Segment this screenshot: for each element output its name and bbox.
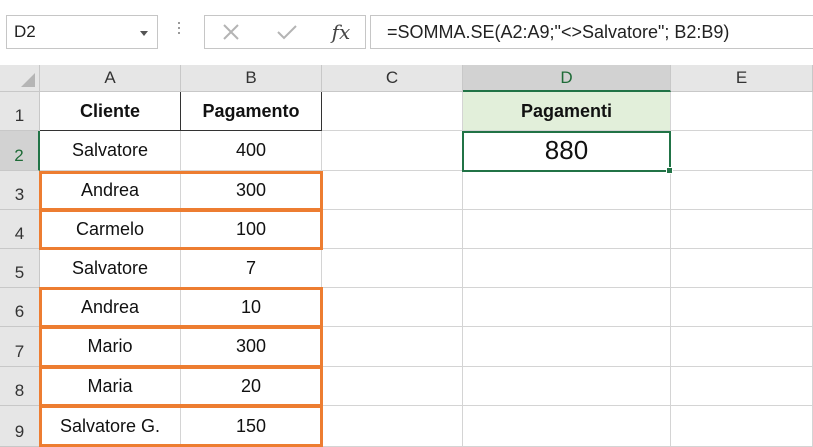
cell-a3[interactable]: Andrea bbox=[40, 171, 181, 210]
cell-b7[interactable]: 300 bbox=[181, 327, 322, 367]
row-header-6[interactable]: 6 bbox=[0, 288, 40, 327]
formula-input[interactable]: =SOMMA.SE(A2:A9;"<>Salvatore"; B2:B9) bbox=[370, 15, 813, 49]
cancel-icon[interactable] bbox=[213, 18, 249, 46]
row-header-7[interactable]: 7 bbox=[0, 327, 40, 367]
column-header-d[interactable]: D bbox=[463, 65, 671, 92]
cell-c4[interactable] bbox=[322, 210, 463, 249]
fill-handle[interactable] bbox=[666, 167, 673, 174]
cell-e6[interactable] bbox=[671, 288, 813, 327]
column-header-c[interactable]: C bbox=[322, 65, 463, 92]
cell-e1[interactable] bbox=[671, 92, 813, 131]
cell-d4[interactable] bbox=[463, 210, 671, 249]
cell-e5[interactable] bbox=[671, 249, 813, 288]
cell-b5[interactable]: 7 bbox=[181, 249, 322, 288]
cell-c5[interactable] bbox=[322, 249, 463, 288]
name-box-value: D2 bbox=[14, 22, 36, 41]
cell-a7[interactable]: Mario bbox=[40, 327, 181, 367]
cell-a9[interactable]: Salvatore G. bbox=[40, 406, 181, 447]
cell-c6[interactable] bbox=[322, 288, 463, 327]
cell-b2[interactable]: 400 bbox=[181, 131, 322, 171]
cell-a6[interactable]: Andrea bbox=[40, 288, 181, 327]
row-header-3[interactable]: 3 bbox=[0, 171, 40, 210]
cell-c7[interactable] bbox=[322, 327, 463, 367]
select-all-icon bbox=[21, 73, 35, 87]
cell-b9[interactable]: 150 bbox=[181, 406, 322, 447]
cell-d7[interactable] bbox=[463, 327, 671, 367]
cell-a8[interactable]: Maria bbox=[40, 367, 181, 406]
cell-a1[interactable]: Cliente bbox=[40, 92, 181, 131]
row-header-9[interactable]: 9 bbox=[0, 406, 40, 447]
cell-d5[interactable] bbox=[463, 249, 671, 288]
row-header-8[interactable]: 8 bbox=[0, 367, 40, 406]
cell-d3[interactable] bbox=[463, 171, 671, 210]
grip-handle-icon[interactable] bbox=[178, 22, 181, 42]
column-header-a[interactable]: A bbox=[40, 65, 181, 92]
formula-buttons: fx bbox=[204, 15, 366, 49]
cell-e8[interactable] bbox=[671, 367, 813, 406]
cell-d2[interactable]: 880 bbox=[463, 131, 671, 171]
cell-e2[interactable] bbox=[671, 131, 813, 171]
chevron-down-icon[interactable] bbox=[140, 31, 148, 36]
formula-text: =SOMMA.SE(A2:A9;"<>Salvatore"; B2:B9) bbox=[387, 22, 730, 42]
formula-bar-area: D2 fx =SOMMA.SE(A2:A9;"<>Salvatore"; B2:… bbox=[0, 0, 813, 64]
cell-d6[interactable] bbox=[463, 288, 671, 327]
cell-e3[interactable] bbox=[671, 171, 813, 210]
cell-a2[interactable]: Salvatore bbox=[40, 131, 181, 171]
column-header-e[interactable]: E bbox=[671, 65, 813, 92]
cell-a5[interactable]: Salvatore bbox=[40, 249, 181, 288]
cell-e7[interactable] bbox=[671, 327, 813, 367]
cell-b1[interactable]: Pagamento bbox=[181, 92, 322, 131]
fx-icon[interactable]: fx bbox=[323, 18, 359, 46]
row-header-5[interactable]: 5 bbox=[0, 249, 40, 288]
name-box[interactable]: D2 bbox=[6, 15, 158, 49]
cell-c1[interactable] bbox=[322, 92, 463, 131]
cell-c8[interactable] bbox=[322, 367, 463, 406]
select-all-corner[interactable] bbox=[0, 65, 40, 92]
row-header-1[interactable]: 1 bbox=[0, 92, 40, 131]
cell-b8[interactable]: 20 bbox=[181, 367, 322, 406]
check-icon[interactable] bbox=[269, 18, 305, 46]
row-header-4[interactable]: 4 bbox=[0, 210, 40, 249]
cell-b3[interactable]: 300 bbox=[181, 171, 322, 210]
cell-e4[interactable] bbox=[671, 210, 813, 249]
cell-e9[interactable] bbox=[671, 406, 813, 447]
cell-d1[interactable]: Pagamenti bbox=[463, 92, 671, 131]
cell-a4[interactable]: Carmelo bbox=[40, 210, 181, 249]
row-header-2[interactable]: 2 bbox=[0, 131, 40, 171]
cell-c3[interactable] bbox=[322, 171, 463, 210]
cell-d9[interactable] bbox=[463, 406, 671, 447]
column-header-b[interactable]: B bbox=[181, 65, 322, 92]
cell-c2[interactable] bbox=[322, 131, 463, 171]
fx-label: fx bbox=[331, 20, 351, 44]
cell-b6[interactable]: 10 bbox=[181, 288, 322, 327]
cell-d8[interactable] bbox=[463, 367, 671, 406]
cell-b4[interactable]: 100 bbox=[181, 210, 322, 249]
cell-c9[interactable] bbox=[322, 406, 463, 447]
